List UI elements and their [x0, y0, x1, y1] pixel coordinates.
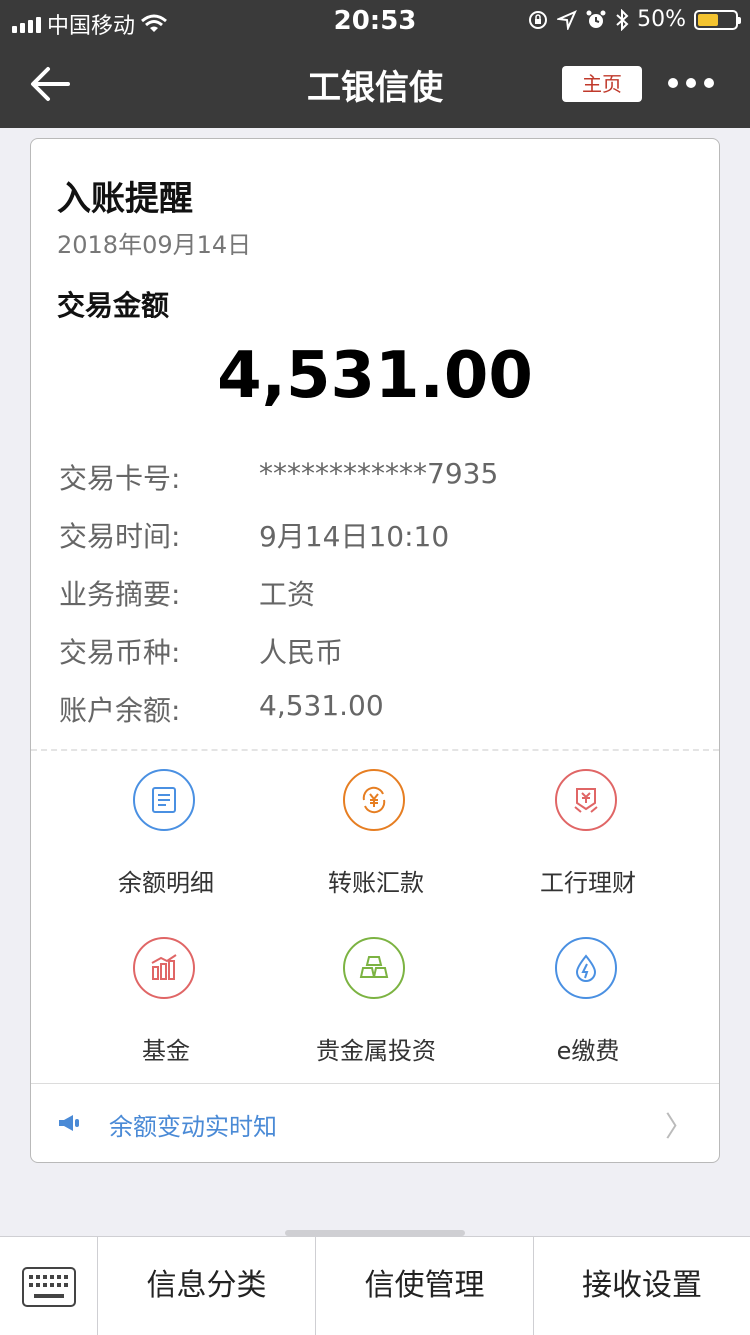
detail-value: 工资	[259, 578, 316, 611]
detail-value: 9月14日10:10	[259, 520, 450, 553]
message-card: 入账提醒 2018年09月14日 交易金额 4,531.00 交易卡号: ***…	[30, 138, 720, 1163]
tab-receive-settings[interactable]: 接收设置	[534, 1237, 750, 1335]
amount-label: 交易金额	[57, 289, 170, 322]
home-button[interactable]: 主页	[562, 66, 642, 102]
alarm-icon	[586, 10, 606, 28]
detail-value: 人民币	[259, 636, 344, 669]
more-icon[interactable]	[668, 78, 714, 88]
notice-text: 余额变动实时知	[109, 1113, 277, 1141]
shortcut-fund[interactable]: 基金	[51, 937, 281, 1097]
location-icon	[557, 9, 578, 30]
tab-message-category[interactable]: 信息分类	[98, 1237, 316, 1335]
card-date: 2018年09月14日	[57, 231, 252, 259]
battery-icon	[694, 9, 741, 30]
rotation-lock-icon	[529, 10, 548, 29]
shortcut-label: 余额明细	[118, 869, 214, 897]
keyboard-icon	[22, 1267, 76, 1307]
detail-value: ************7935	[259, 457, 499, 490]
dashed-divider	[31, 749, 719, 751]
bottom-menu-bar: 信息分类 信使管理 接收设置	[0, 1236, 750, 1335]
detail-key: 业务摘要:	[59, 578, 181, 611]
megaphone-icon	[59, 1115, 79, 1131]
bar-chart-icon	[133, 937, 195, 999]
gold-bars-icon	[343, 937, 405, 999]
status-bar: 中国移动 20:53 50%	[0, 0, 750, 40]
shortcut-label: 工行理财	[540, 869, 636, 897]
divider	[31, 1083, 719, 1084]
shortcut-e-payment[interactable]: e缴费	[473, 937, 703, 1097]
chevron-right-icon: 〉	[664, 1110, 693, 1143]
balance-notify-link[interactable]: 余额变动实时知 〉	[31, 1085, 719, 1162]
shortcut-label: 贵金属投资	[316, 1037, 436, 1065]
document-icon	[133, 769, 195, 831]
shortcut-label: e缴费	[556, 1037, 620, 1065]
wealth-icon	[555, 769, 617, 831]
shortcut-balance-detail[interactable]: 余额明细	[51, 769, 281, 929]
amount-value: 4,531.00	[217, 339, 533, 413]
detail-key: 交易时间:	[59, 520, 181, 553]
shortcut-label: 基金	[142, 1037, 190, 1065]
card-title: 入账提醒	[57, 179, 193, 219]
keyboard-toggle[interactable]	[0, 1237, 98, 1335]
shortcut-precious-metal[interactable]: 贵金属投资	[261, 937, 491, 1097]
shortcut-wealth[interactable]: 工行理财	[473, 769, 703, 929]
yuan-exchange-icon	[343, 769, 405, 831]
nav-bar: 工银信使 主页	[0, 40, 750, 128]
shortcut-transfer[interactable]: 转账汇款	[261, 769, 491, 929]
water-drop-icon	[555, 937, 617, 999]
tab-messenger-management[interactable]: 信使管理	[316, 1237, 534, 1335]
battery-percent: 50%	[637, 7, 686, 32]
detail-key: 交易币种:	[59, 636, 181, 669]
bluetooth-icon	[616, 8, 629, 31]
detail-value: 4,531.00	[259, 689, 384, 722]
shortcut-label: 转账汇款	[328, 869, 424, 897]
detail-key: 账户余额:	[59, 694, 181, 727]
detail-key: 交易卡号:	[59, 462, 181, 495]
top-bar: 中国移动 20:53 50% 工银信使 主页	[0, 0, 750, 128]
